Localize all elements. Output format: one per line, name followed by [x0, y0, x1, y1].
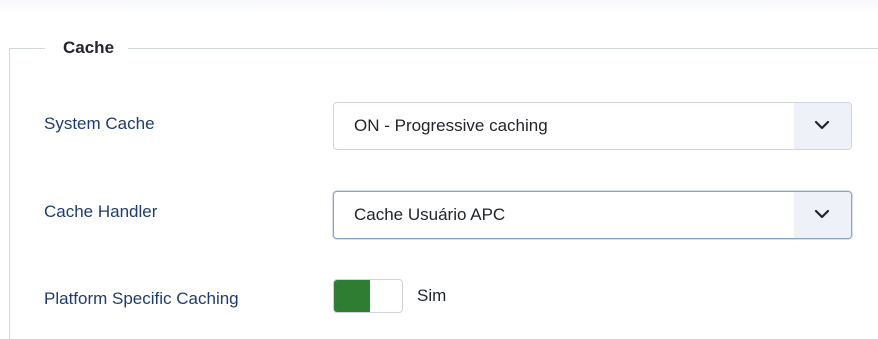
cache-handler-label: Cache Handler [44, 202, 158, 221]
top-strip [0, 0, 878, 14]
system-cache-value: ON - Progressive caching [354, 116, 548, 135]
cache-handler-select[interactable]: Cache Usuário APC [333, 191, 852, 239]
toggle-on-indicator [334, 280, 370, 312]
chevron-down-icon [814, 120, 830, 130]
system-cache-select[interactable]: ON - Progressive caching [333, 102, 852, 150]
cache-handler-chevron-box[interactable] [794, 192, 851, 238]
chevron-down-icon [814, 209, 830, 219]
fieldset-legend: Cache [45, 36, 129, 60]
platform-caching-toggle-text: Sim [417, 286, 447, 305]
system-cache-label: System Cache [44, 114, 155, 133]
platform-caching-label: Platform Specific Caching [44, 289, 239, 308]
system-cache-chevron-box[interactable] [794, 103, 851, 149]
cache-handler-value: Cache Usuário APC [354, 205, 506, 224]
platform-caching-toggle[interactable] [333, 279, 403, 313]
